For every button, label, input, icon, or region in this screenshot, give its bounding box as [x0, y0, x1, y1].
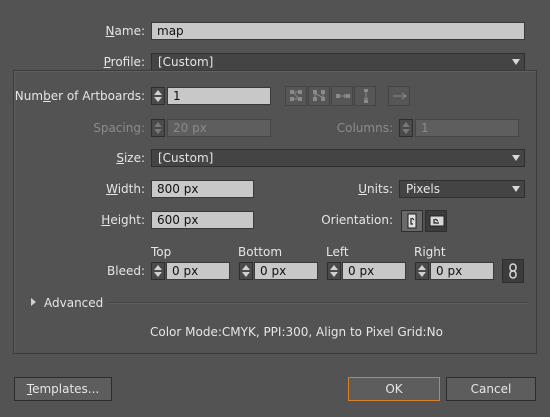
- document-summary: Color Mode:CMYK, PPI:300, Align to Pixel…: [150, 325, 443, 339]
- name-field[interactable]: map: [151, 22, 525, 40]
- columns-label: Columns:: [336, 121, 393, 135]
- bleed-bottom-stepper[interactable]: [239, 262, 253, 280]
- artboards-field[interactable]: 1: [167, 87, 271, 105]
- name-label: Name:: [105, 24, 145, 38]
- bleed-label: Bleed:: [107, 264, 145, 278]
- units-label: Units:: [358, 182, 393, 196]
- bleed-bottom-field[interactable]: 0 px: [254, 262, 318, 280]
- height-field[interactable]: 600 px: [151, 211, 254, 229]
- bleed-left-field[interactable]: 0 px: [342, 262, 406, 280]
- arrange-by-row-icon[interactable]: [331, 86, 353, 106]
- size-value: [Custom]: [158, 151, 214, 165]
- cancel-button[interactable]: Cancel: [446, 377, 536, 401]
- columns-field: 1: [415, 119, 519, 137]
- advanced-divider: [108, 302, 528, 304]
- bleed-left-stepper[interactable]: [327, 262, 341, 280]
- bleed-left-header: Left: [326, 245, 349, 259]
- expand-triangle-icon[interactable]: [31, 298, 36, 306]
- spacing-label: Spacing:: [93, 121, 145, 135]
- templates-button[interactable]: Templates...: [14, 377, 112, 401]
- height-label: Height:: [101, 213, 145, 227]
- size-dropdown[interactable]: [Custom]: [151, 149, 525, 167]
- size-label: Size:: [116, 151, 145, 165]
- width-label: Width:: [106, 182, 145, 196]
- link-bleed-icon[interactable]: [502, 259, 524, 283]
- bleed-top-stepper[interactable]: [151, 262, 165, 280]
- bleed-top-header: Top: [151, 245, 172, 259]
- artboards-stepper[interactable]: [151, 87, 165, 105]
- units-dropdown[interactable]: Pixels: [399, 180, 525, 198]
- bleed-right-header: Right: [414, 245, 446, 259]
- right-to-left-layout-icon[interactable]: [388, 86, 410, 106]
- portrait-orientation-icon[interactable]: [401, 210, 423, 232]
- profile-dropdown[interactable]: [Custom]: [151, 53, 525, 71]
- profile-label: Profile:: [103, 55, 145, 69]
- bleed-top-field[interactable]: 0 px: [166, 262, 230, 280]
- advanced-toggle[interactable]: Advanced: [44, 295, 103, 311]
- width-field[interactable]: 800 px: [151, 180, 254, 198]
- profile-value: [Custom]: [158, 55, 214, 69]
- spacing-stepper: [151, 119, 165, 137]
- artboards-label: Number of Artboards:: [14, 89, 145, 103]
- chevron-down-icon: [512, 155, 520, 161]
- landscape-orientation-icon[interactable]: [425, 210, 447, 232]
- bleed-right-stepper[interactable]: [415, 262, 429, 280]
- arrange-by-column-icon[interactable]: [354, 86, 376, 106]
- columns-stepper: [399, 119, 413, 137]
- chevron-down-icon: [512, 59, 520, 65]
- orientation-label: Orientation:: [321, 213, 393, 227]
- bleed-right-field[interactable]: 0 px: [430, 262, 494, 280]
- units-value: Pixels: [406, 182, 441, 196]
- bleed-bottom-header: Bottom: [238, 245, 283, 259]
- ok-button[interactable]: OK: [348, 377, 440, 401]
- grid-by-column-icon[interactable]: [308, 86, 330, 106]
- chevron-down-icon: [512, 186, 520, 192]
- spacing-field: 20 px: [167, 119, 271, 137]
- grid-by-row-icon[interactable]: [285, 86, 307, 106]
